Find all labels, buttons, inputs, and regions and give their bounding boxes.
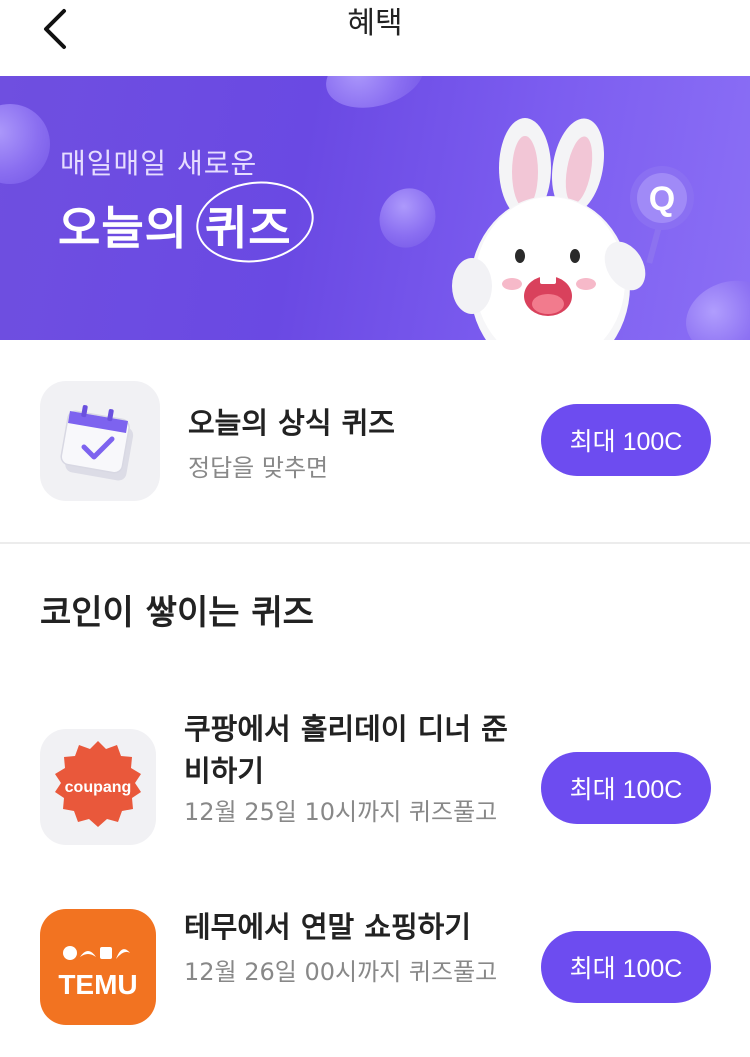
rabbit-mascot-icon: Q	[452, 118, 694, 340]
calendar-check-icon	[40, 381, 160, 501]
quiz-title: 테무에서 연말 쇼핑하기	[184, 910, 471, 944]
coin-decoration	[0, 104, 50, 184]
svg-text:coupang: coupang	[65, 779, 132, 796]
quiz-banner[interactable]: 매일매일 새로운 오늘의 퀴즈 Q	[0, 76, 750, 340]
divider	[0, 542, 750, 544]
daily-quiz-row[interactable]: 오늘의 상식 퀴즈 정답을 맞추면 최대 100C	[0, 340, 750, 542]
quiz-subtitle: 12월 25일 10시까지 퀴즈풀고	[184, 798, 498, 826]
coupang-logo-icon: coupang	[40, 729, 156, 845]
quiz-title: 쿠팡에서 홀리데이 디너 준비하기	[184, 712, 508, 788]
quiz-reward-button[interactable]: 최대 100C	[541, 752, 711, 824]
temu-logo-icon: TEMU	[40, 909, 156, 1025]
daily-quiz-subtitle: 정답을 맞추면	[188, 454, 329, 482]
svg-text:Q: Q	[649, 180, 675, 218]
coin-decoration	[369, 179, 446, 257]
banner-subtitle: 매일매일 새로운	[60, 147, 258, 180]
daily-quiz-reward-button[interactable]: 최대 100C	[541, 404, 711, 476]
list-item[interactable]: coupang 쿠팡에서 홀리데이 디너 준비하기 12월 25일 10시까지 …	[0, 700, 750, 880]
header: 혜택	[0, 0, 750, 76]
coin-decoration	[318, 76, 432, 118]
banner-title: 오늘의 퀴즈	[58, 201, 292, 255]
daily-quiz-title: 오늘의 상식 퀴즈	[188, 406, 395, 440]
quiz-reward-button[interactable]: 최대 100C	[541, 931, 711, 1003]
page-title: 혜택	[347, 6, 403, 41]
section-title: 코인이 쌓이는 퀴즈	[40, 593, 314, 633]
svg-text:TEMU: TEMU	[58, 969, 137, 1000]
quiz-subtitle: 12월 26일 00시까지 퀴즈풀고	[184, 958, 498, 986]
list-item[interactable]: TEMU 테무에서 연말 쇼핑하기 12월 26일 00시까지 퀴즈풀고 최대 …	[0, 900, 750, 1040]
